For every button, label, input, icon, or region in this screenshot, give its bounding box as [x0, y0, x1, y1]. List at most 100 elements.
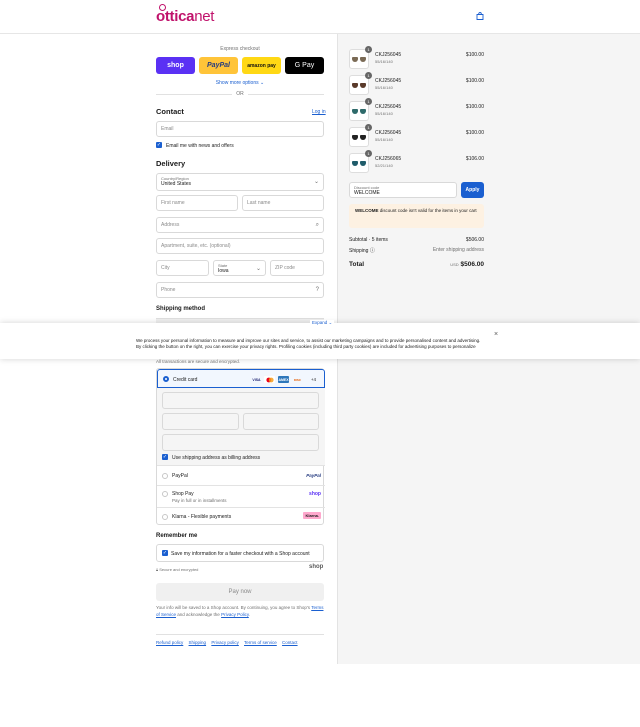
legal-text-start: Your info will be saved to a Shop accoun… [156, 605, 311, 610]
shop-pay-option[interactable]: Shop Pay Pay in full or in installments … [157, 485, 325, 507]
glasses-image [352, 134, 366, 140]
paypal-logo: PayPal [306, 473, 321, 478]
show-more-options-link[interactable]: Show more options ⌄ [156, 80, 324, 86]
credit-card-option[interactable]: Credit card VISA AMEX DISC +4 [157, 369, 325, 388]
refund-policy-link[interactable]: Refund policy [156, 640, 183, 645]
chevron-down-icon: ⌄ [313, 179, 319, 185]
privacy-policy-link[interactable]: Privacy Policy [221, 612, 249, 617]
shipping-method-heading: Shipping method [156, 306, 205, 312]
glasses-image [352, 160, 366, 166]
google-pay-button[interactable]: G Pay [285, 57, 324, 74]
paypal-option-label: PayPal [172, 473, 188, 479]
item-price: $100.00 [465, 104, 484, 110]
zip-field[interactable]: ZIP code [270, 260, 324, 276]
cart-item: 1 CKJ256045 55/16/140 $100.00 [349, 98, 484, 121]
footer-divider [156, 634, 324, 635]
address-field[interactable]: Address ⌕ [156, 217, 324, 233]
logo-prefix: ottica [156, 8, 195, 25]
remember-checkbox[interactable]: ✓ [162, 550, 168, 556]
cart-item: 1 CKJ256045 55/16/140 $100.00 [349, 72, 484, 95]
remember-me-heading: Remember me [156, 533, 198, 539]
discount-value: WELCOME [354, 190, 380, 196]
apply-discount-button[interactable]: Apply [461, 182, 484, 198]
more-cards-badge: +4 [310, 377, 317, 382]
total-value: $506.00 [460, 261, 485, 268]
discount-code-field[interactable]: Discount code WELCOME [349, 182, 457, 198]
cart-bag-icon[interactable] [476, 12, 484, 20]
billing-checkbox-label: Use shipping address as billing address [172, 455, 261, 461]
first-name-placeholder: First name [161, 200, 185, 206]
logo[interactable]: otticanet [156, 8, 214, 25]
subtotal-label: Subtotal · 5 items [349, 237, 388, 243]
legal-text: Your info will be saved to a Shop accoun… [156, 605, 324, 618]
shop-pay-button[interactable]: shop [156, 57, 195, 74]
paypal-radio[interactable] [162, 473, 168, 479]
remember-me-box: ✓ Save my information for a faster check… [156, 544, 324, 562]
item-price: $100.00 [465, 52, 484, 58]
card-number-field[interactable] [162, 392, 319, 409]
last-name-field[interactable]: Last name [242, 195, 324, 211]
total-amount: USD $506.00 [450, 261, 484, 268]
help-icon[interactable]: ? [316, 287, 319, 293]
item-name: CKJ256045 [375, 78, 402, 84]
remember-checkbox-label: Save my information for a faster checkou… [171, 551, 310, 557]
phone-field[interactable]: Phone ? [156, 282, 324, 298]
zip-placeholder: ZIP code [275, 265, 295, 271]
apartment-placeholder: Apartment, suite, etc. (optional) [161, 243, 231, 249]
news-checkbox[interactable]: ✓ [156, 142, 162, 148]
quantity-badge: 1 [365, 98, 372, 105]
mastercard-icon [264, 376, 275, 383]
close-icon[interactable]: × [494, 331, 498, 338]
legal-text-end: . [248, 611, 251, 617]
paypal-option[interactable]: PayPal PayPal [157, 465, 325, 485]
header: otticanet [0, 0, 640, 34]
security-code-field[interactable] [243, 413, 319, 430]
item-price: $100.00 [465, 130, 484, 136]
shipping-row: Shipping ⓘ Enter shipping address [349, 247, 484, 254]
item-variant: 52/21/140 [375, 163, 393, 168]
paypal-button[interactable]: PayPal [199, 57, 238, 74]
express-checkout-title: Express checkout [220, 46, 260, 52]
terms-of-service-footer-link[interactable]: Terms of service [244, 640, 277, 645]
phone-placeholder: Phone [161, 287, 176, 293]
currency-code: USD [450, 262, 459, 267]
name-on-card-field[interactable] [162, 434, 319, 451]
amazon-pay-button[interactable]: amazon pay [242, 57, 281, 74]
login-link[interactable]: Log in [312, 109, 326, 115]
billing-checkbox[interactable]: ✓ [162, 454, 168, 460]
logo-suffix: net [194, 8, 215, 25]
state-select[interactable]: State Iowa ⌄ [213, 260, 266, 276]
klarna-option[interactable]: Klarna - Flexible payments Klarna. [157, 507, 325, 526]
expiration-field[interactable] [162, 413, 239, 430]
country-select[interactable]: Country/Region United States ⌄ [156, 173, 324, 191]
apartment-field[interactable]: Apartment, suite, etc. (optional) [156, 238, 324, 254]
contact-link[interactable]: Contact [282, 640, 298, 645]
total-row: Total USD $506.00 [349, 261, 484, 268]
item-variant: 55/16/140 [375, 85, 393, 90]
item-name: CKJ256045 [375, 52, 402, 58]
item-variant: 55/16/140 [375, 111, 393, 116]
cart-item: 1 CKJ256045 55/16/140 $100.00 [349, 46, 484, 69]
klarna-label: Klarna - Flexible payments [172, 514, 232, 520]
cookie-expand-link[interactable]: Expand ⌄ [310, 320, 335, 326]
city-field[interactable]: City [156, 260, 209, 276]
email-placeholder: Email [161, 126, 174, 132]
subtotal-value: $506.00 [465, 237, 484, 243]
pay-now-button[interactable]: Pay now [156, 583, 324, 601]
shop-pay-radio[interactable] [162, 491, 168, 497]
or-label: OR [232, 91, 248, 97]
warning-code: WELCOME [355, 208, 379, 213]
credit-card-label: Credit card [173, 377, 198, 383]
klarna-radio[interactable] [162, 514, 168, 520]
quantity-badge: 1 [365, 150, 372, 157]
privacy-policy-footer-link[interactable]: Privacy policy [211, 640, 239, 645]
amex-icon: AMEX [278, 376, 289, 383]
email-field[interactable]: Email [156, 121, 324, 137]
shipping-link[interactable]: Shipping [189, 640, 207, 645]
cookie-banner: Expand ⌄ We process your personal inform… [0, 320, 640, 359]
credit-card-radio[interactable] [163, 376, 169, 382]
first-name-field[interactable]: First name [156, 195, 238, 211]
shop-pay-sublabel: Pay in full or in installments [172, 498, 227, 503]
glasses-image [352, 82, 366, 88]
item-variant: 55/16/140 [375, 137, 393, 142]
